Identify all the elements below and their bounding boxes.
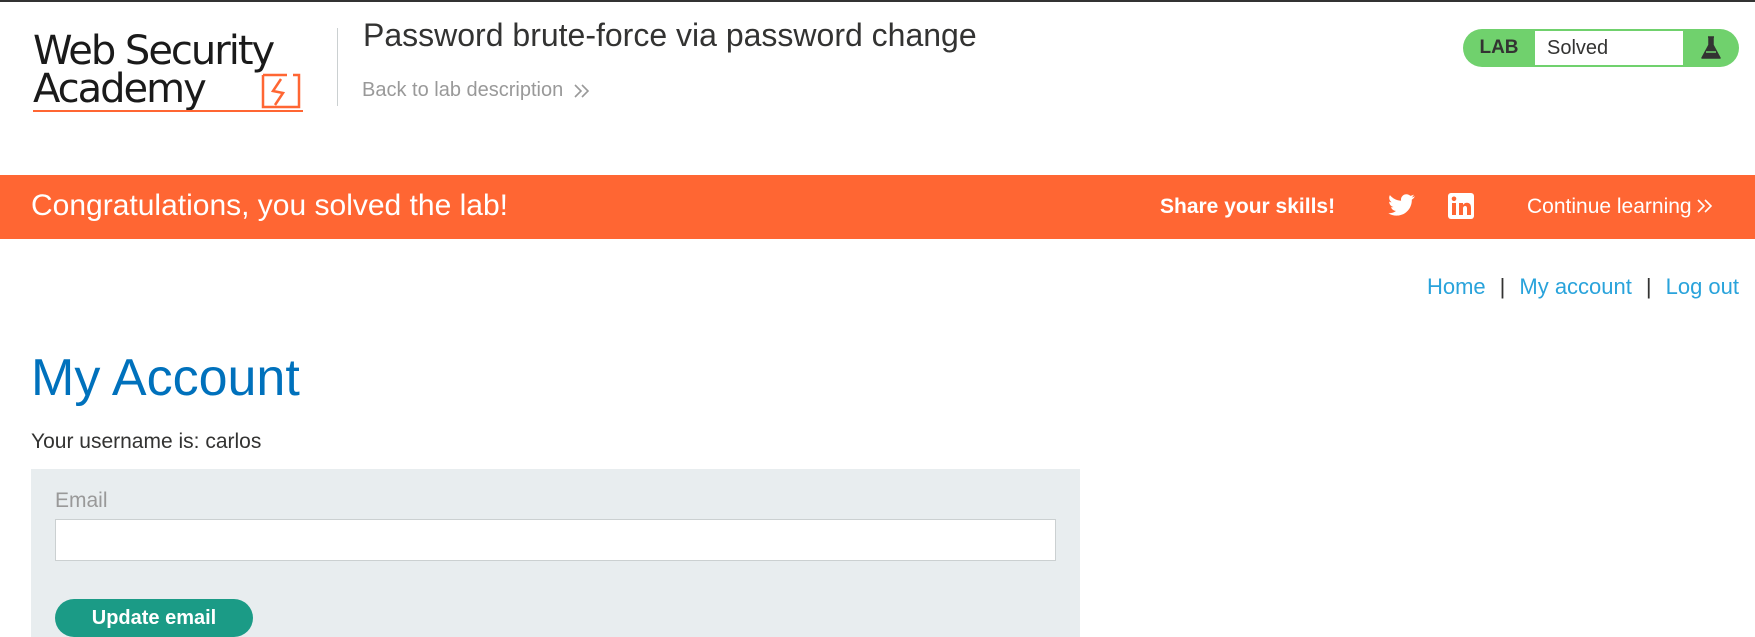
- share-skills-label: Share your skills!: [1160, 195, 1336, 218]
- logo-bolt-icon: [261, 73, 301, 109]
- web-security-academy-logo[interactable]: Web Security Academy: [33, 26, 333, 116]
- continue-learning-link[interactable]: Continue learning: [1527, 195, 1716, 219]
- lab-title: Password brute-force via password change: [363, 17, 977, 53]
- username-text: Your username is: carlos: [31, 430, 262, 453]
- nav-separator: |: [1645, 274, 1652, 299]
- linkedin-icon[interactable]: [1448, 193, 1474, 219]
- lab-status-label: LAB: [1479, 37, 1519, 58]
- double-chevron-right-icon: [1697, 199, 1712, 213]
- logo-line-2: Academy: [33, 66, 207, 112]
- congratulations-message: Congratulations, you solved the lab!: [31, 189, 508, 222]
- solved-banner: Congratulations, you solved the lab! Sha…: [0, 175, 1755, 239]
- update-email-button[interactable]: Update email: [55, 599, 253, 637]
- email-label: Email: [55, 489, 108, 512]
- nav-home-link[interactable]: Home: [1427, 274, 1486, 299]
- email-input[interactable]: [55, 519, 1056, 561]
- double-chevron-right-icon: [574, 83, 590, 98]
- nav-my-account-link[interactable]: My account: [1519, 274, 1632, 299]
- nav-separator: |: [1499, 274, 1506, 299]
- nav-log-out-link[interactable]: Log out: [1666, 274, 1739, 299]
- lab-status-value: Solved: [1535, 31, 1683, 65]
- lab-status-widget: LAB Solved: [1463, 29, 1739, 67]
- page-title: My Account: [31, 349, 300, 407]
- top-border: [0, 0, 1755, 2]
- logo-underline: [33, 110, 303, 112]
- update-email-form: Email Update email: [31, 469, 1080, 637]
- back-to-lab-description-link[interactable]: Back to lab description: [362, 79, 591, 102]
- twitter-icon[interactable]: [1388, 193, 1416, 217]
- account-nav: Home | My account | Log out: [1427, 274, 1739, 300]
- header-divider: [337, 28, 338, 106]
- back-link-label: Back to lab description: [362, 79, 564, 101]
- flask-icon-container: [1683, 35, 1739, 61]
- continue-learning-label: Continue learning: [1527, 195, 1692, 218]
- flask-icon: [1701, 36, 1721, 59]
